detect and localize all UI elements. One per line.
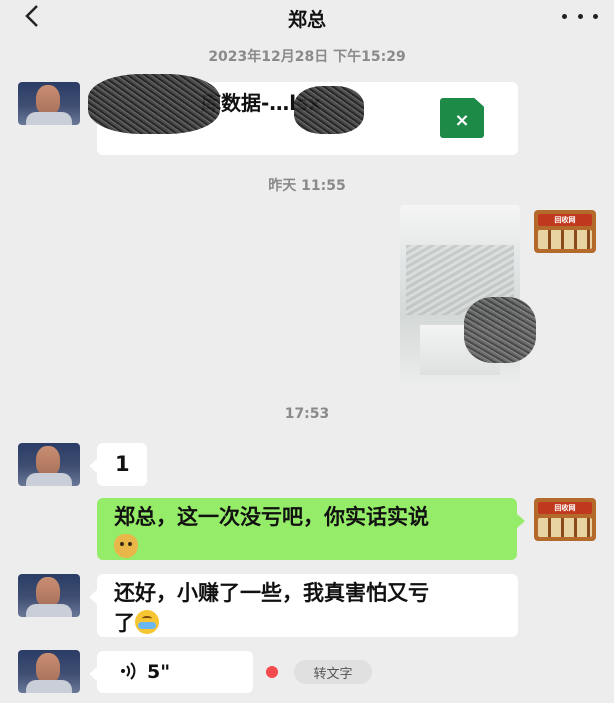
message-text: 郑总，这一次没亏吧，你实话实说	[114, 505, 429, 529]
message-text: 还好，小赚了一些，我真害怕又亏	[114, 581, 429, 605]
excel-glyph: ×	[454, 109, 470, 131]
avatar[interactable]	[18, 574, 80, 617]
unread-dot	[266, 666, 278, 678]
self-avatar[interactable]: 回收网	[534, 498, 596, 541]
chevron-left-icon	[25, 5, 38, 27]
timestamp: 昨天 11:55	[268, 178, 346, 194]
convert-to-text-button[interactable]: 转文字	[294, 660, 372, 684]
avatar[interactable]	[18, 650, 80, 693]
back-button[interactable]	[18, 2, 46, 30]
redaction-scribble	[294, 86, 364, 134]
excel-file-icon: ×	[440, 98, 484, 138]
self-avatar[interactable]: 回收网	[534, 210, 596, 253]
message-text: 1	[115, 452, 130, 476]
voice-wave-icon	[121, 662, 136, 680]
image-message[interactable]	[400, 205, 536, 388]
self-message-bubble[interactable]: 郑总，这一次没亏吧，你实话实说	[97, 498, 525, 560]
voice-duration: 5"	[147, 661, 171, 683]
redaction-scribble	[88, 74, 220, 134]
message-bubble[interactable]: 还好，小赚了一些，我真害怕又亏 了	[89, 574, 518, 637]
shop-sign-text: 回收网	[554, 504, 576, 512]
laugh-cry-emoji-icon	[135, 610, 159, 634]
message-bubble[interactable]: 1	[89, 443, 147, 486]
doge-emoji-icon	[114, 534, 138, 558]
more-dots-icon[interactable]	[562, 6, 598, 26]
convert-to-text-label: 转文字	[313, 666, 353, 682]
message-text: 了	[114, 611, 135, 635]
chat-header: 郑总	[0, 0, 614, 36]
timestamp: 17:53	[284, 406, 330, 422]
shop-sign-text: 回收网	[554, 216, 576, 224]
voice-message-bubble[interactable]: 5"	[89, 651, 253, 693]
avatar[interactable]	[18, 443, 80, 486]
timestamp: 2023年12月28日 下午15:29	[208, 49, 406, 65]
chat-title: 郑总	[287, 8, 326, 31]
avatar[interactable]	[18, 82, 80, 125]
